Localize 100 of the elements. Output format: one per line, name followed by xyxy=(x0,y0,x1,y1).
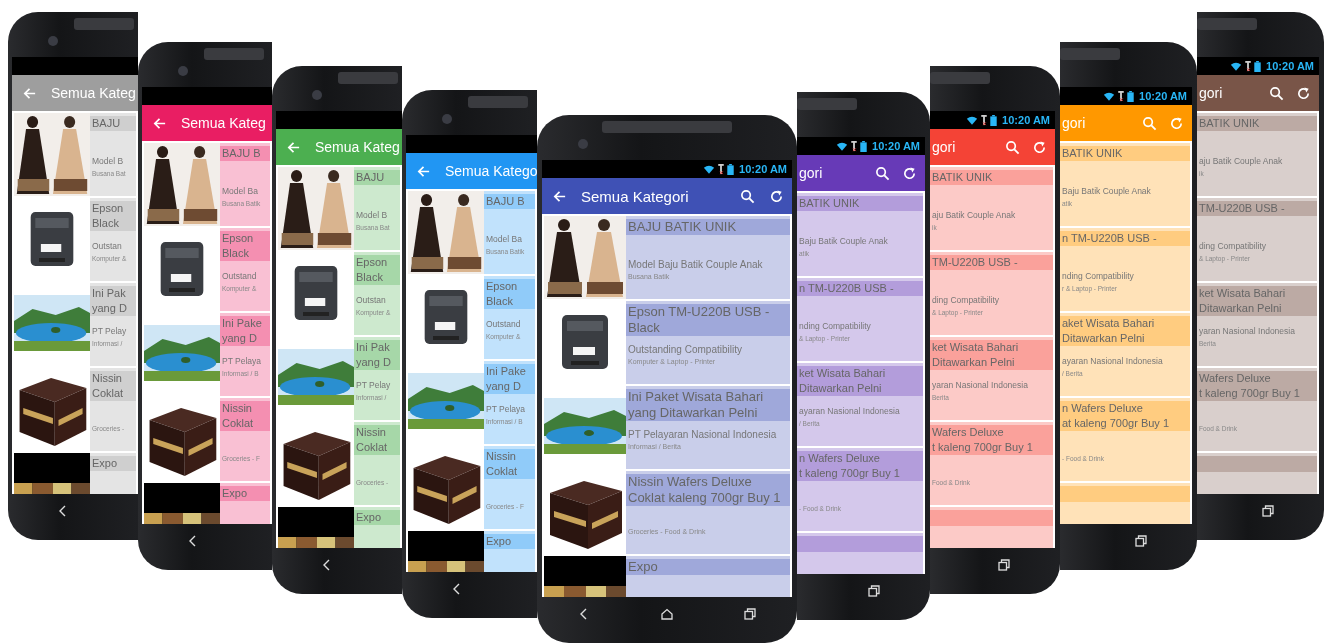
refresh-icon[interactable] xyxy=(769,188,784,204)
item-subtitle: aju Batik Couple Anak xyxy=(1198,156,1283,166)
battery-icon xyxy=(990,114,998,126)
item-title: TM-U220B USB - xyxy=(1199,201,1286,216)
item-subtitle: ayaran Nasional Indonesia xyxy=(798,406,900,416)
search-icon[interactable] xyxy=(1005,139,1020,155)
item-subtitle: Baju Batik Couple Anak xyxy=(1061,186,1151,196)
screen-title: gori xyxy=(1199,85,1223,101)
camera-lens xyxy=(442,114,452,124)
item-title: ket Wisata Bahari xyxy=(799,366,887,381)
screen-title: Semua Kateg xyxy=(181,115,266,131)
wifi-icon xyxy=(966,114,979,126)
list-item[interactable]: Expo xyxy=(544,556,790,597)
item-title: BATIK UNIK xyxy=(799,196,861,211)
item-subtitle: Model B xyxy=(91,156,124,166)
item-title: n TM-U220B USB - xyxy=(1062,231,1158,246)
item-title: Ditawarkan Pelni xyxy=(932,355,1016,370)
item-subtitle: ding Compatibility xyxy=(931,295,1000,305)
signal-icon xyxy=(851,140,858,152)
status-time: 10:20 AM xyxy=(1139,90,1187,102)
item-title: BAJU xyxy=(356,170,386,185)
item-title: Ditawarkan Pelni xyxy=(1199,301,1283,316)
item-subtitle: Outstand xyxy=(485,319,521,329)
battery-icon xyxy=(1254,60,1262,72)
item-subtitle: ding Compatibility xyxy=(1198,241,1267,251)
item-title: aket Wisata Bahari xyxy=(1062,316,1156,331)
item-title: yang D xyxy=(356,355,392,370)
refresh-icon[interactable] xyxy=(1296,85,1311,101)
item-title: BAJU B xyxy=(486,194,526,209)
recents-icon[interactable] xyxy=(1135,535,1147,547)
speaker-grille xyxy=(1197,18,1257,30)
recents-icon[interactable] xyxy=(868,585,880,597)
signal-icon xyxy=(1245,60,1252,72)
search-icon[interactable] xyxy=(740,188,755,204)
item-subtitle: PT Pelay xyxy=(355,380,391,390)
list-item[interactable]: Expo xyxy=(14,453,136,494)
battery-icon xyxy=(727,163,735,175)
speaker-grille xyxy=(74,18,134,30)
speaker-grille xyxy=(468,96,528,108)
item-title: Ini Pake xyxy=(222,316,263,331)
search-icon[interactable] xyxy=(1269,85,1284,101)
item-title: Ini Pake xyxy=(486,364,527,379)
home-icon[interactable] xyxy=(661,608,673,620)
item-title: at kaleng 700gr Buy 1 xyxy=(1062,416,1171,431)
item-title: Ditawarkan Pelni xyxy=(1062,331,1146,346)
search-icon[interactable] xyxy=(875,165,890,181)
item-title: Coklat xyxy=(222,416,255,431)
item-title: BATIK UNIK xyxy=(1062,146,1124,161)
screen-title: Semua Kateg xyxy=(51,85,136,101)
speaker-grille xyxy=(338,72,398,84)
item-title: n Wafers Deluxe xyxy=(799,451,881,466)
item-subtitle: nding Compatibility xyxy=(798,321,871,331)
signal-icon xyxy=(718,163,725,175)
item-title: Coklat xyxy=(92,386,125,401)
item-title: ket Wisata Bahari xyxy=(932,340,1020,355)
screen-title: gori xyxy=(799,165,823,181)
list-item[interactable]: Expo xyxy=(144,483,270,524)
item-title: TM-U220B USB - xyxy=(932,255,1019,270)
screen-title: Semua Kategori xyxy=(581,187,689,205)
item-subtitle: Model B xyxy=(355,210,388,220)
list-item[interactable]: Expo xyxy=(408,531,535,572)
refresh-icon[interactable] xyxy=(1032,139,1047,155)
item-subtitle: PT Pelayaran Nasional Indonesia xyxy=(627,428,777,440)
item-subtitle: Outstand xyxy=(221,271,257,281)
item-title: BATIK UNIK xyxy=(1199,116,1261,131)
speaker-grille xyxy=(1060,48,1120,60)
list-item[interactable]: Expo xyxy=(278,507,400,548)
item-title: Epson xyxy=(486,279,519,294)
battery-icon xyxy=(860,140,868,152)
item-title: t kaleng 700gr Buy 1 xyxy=(932,440,1034,455)
item-title: Expo xyxy=(92,456,119,471)
item-title: Epson TM-U220B USB - xyxy=(628,304,771,320)
screen-title: Semua Katego xyxy=(445,163,538,179)
camera-lens xyxy=(48,36,58,46)
status-time: 10:20 AM xyxy=(1002,114,1050,126)
refresh-icon[interactable] xyxy=(902,165,917,181)
status-time: 10:20 AM xyxy=(1266,60,1314,72)
item-title: BATIK UNIK xyxy=(932,170,994,185)
item-subtitle: Model Ba xyxy=(485,234,522,244)
item-title: Black xyxy=(222,246,250,261)
item-title: Epson xyxy=(356,255,389,270)
item-title: Nissin xyxy=(356,425,387,440)
item-title: Ini Pak xyxy=(92,286,127,301)
item-title: t kaleng 700gr Buy 1 xyxy=(799,466,901,481)
item-title: Expo xyxy=(486,534,513,549)
item-title: Expo xyxy=(222,486,249,501)
camera-lens xyxy=(178,66,188,76)
item-title: Coklat kaleng 700gr Buy 1 xyxy=(628,490,782,506)
item-title: Ini Paket Wisata Bahari xyxy=(628,389,765,405)
item-title: Black xyxy=(628,320,661,336)
recents-icon[interactable] xyxy=(744,608,757,620)
recents-icon[interactable] xyxy=(1262,505,1274,517)
item-title: Nissin xyxy=(92,371,123,386)
wifi-icon xyxy=(836,140,849,152)
item-subtitle: Baju Batik Couple Anak xyxy=(798,236,888,246)
item-subtitle: PT Pelaya xyxy=(221,356,262,366)
item-title: Ini Pak xyxy=(356,340,391,355)
wifi-icon xyxy=(1230,60,1243,72)
item-title: BAJU BATIK UNIK xyxy=(628,219,738,235)
recents-icon[interactable] xyxy=(998,559,1010,571)
